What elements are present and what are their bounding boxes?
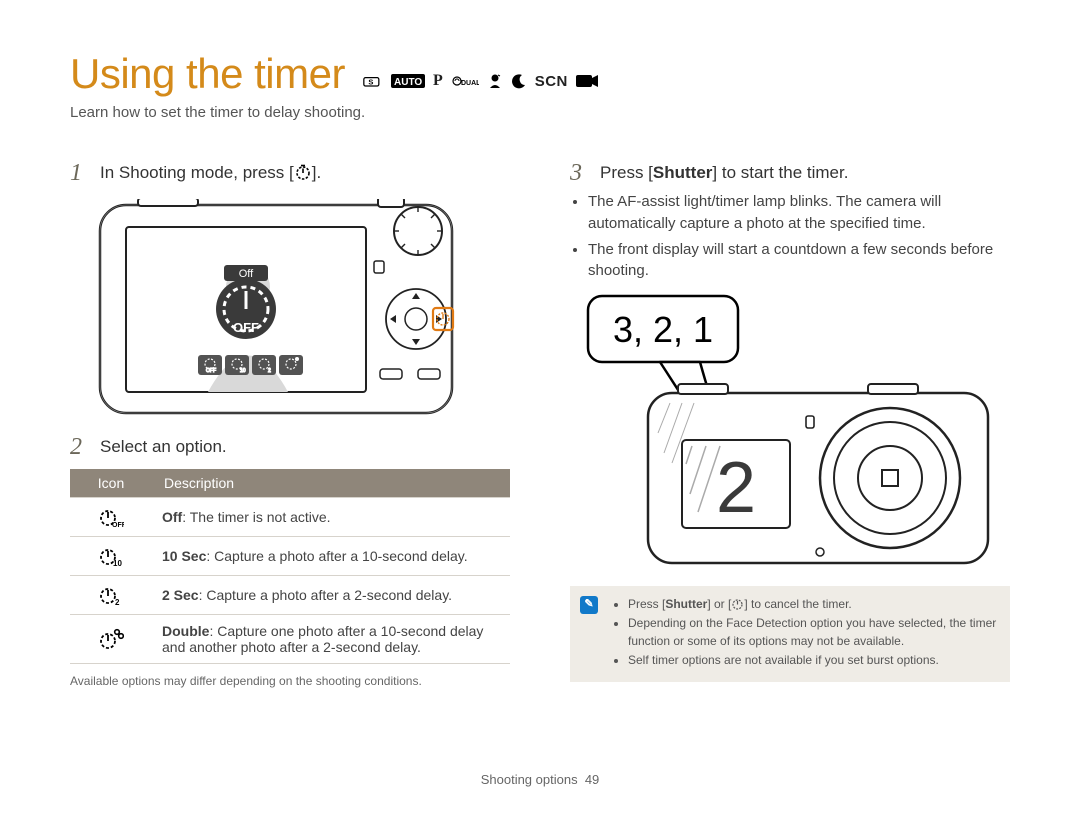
footer-section: Shooting options: [481, 772, 578, 787]
row-3-desc: : Capture one photo after a 10-second de…: [162, 623, 483, 655]
step-2: 2 Select an option.: [70, 435, 510, 459]
front-display-number: 2: [716, 448, 756, 528]
smart-mode-icon: S: [363, 74, 383, 88]
countdown-bubble-text: 3, 2, 1: [613, 309, 713, 350]
svg-text:OFF: OFF: [112, 522, 124, 528]
step-3-notes: The AF-assist light/timer lamp blinks. T…: [588, 191, 1010, 282]
bullet: The AF-assist light/timer lamp blinks. T…: [588, 191, 1010, 235]
timer-2-icon: 2: [80, 584, 142, 606]
svg-text:OFF: OFF: [206, 368, 216, 374]
step-number: 2: [70, 435, 88, 459]
svg-text:Off: Off: [239, 268, 254, 280]
svg-text:2: 2: [115, 598, 120, 606]
svg-text:10: 10: [113, 559, 122, 567]
row-2-desc: : Capture a photo after a 2-second delay…: [199, 587, 452, 603]
row-3-label: Double: [162, 623, 209, 639]
step-2-text: Select an option.: [100, 435, 227, 459]
step-3: 3 Press [Shutter] to start the timer.: [570, 161, 1010, 185]
step-1-pre: In Shooting mode, press [: [100, 163, 294, 182]
note-item: Depending on the Face Detection option y…: [628, 615, 998, 650]
note-box: ✎ Press [Shutter] or [ ] to cancel the t…: [570, 586, 1010, 682]
step-3-post: ] to start the timer.: [712, 163, 848, 182]
p-mode-icon: P: [433, 72, 443, 90]
timer-double-icon: [80, 627, 142, 651]
options-table: Icon Description OFF Off: The timer is n…: [70, 469, 510, 664]
night-mode-icon: [511, 73, 527, 89]
step-number: 3: [570, 161, 588, 185]
timer-icon-inline: [731, 597, 744, 610]
timer-10-icon: 10: [80, 545, 142, 567]
step-3-btn: Shutter: [653, 163, 713, 182]
page-footer: Shooting options 49: [0, 772, 1080, 787]
table-head-icon: Icon: [70, 469, 152, 498]
page-title: Using the timer: [70, 50, 345, 98]
dual-mode-icon: DUAL: [451, 74, 479, 88]
note-item: Press [Shutter] or [ ] to cancel the tim…: [628, 596, 998, 613]
svg-text:S: S: [368, 77, 373, 86]
row-2-label: 2 Sec: [162, 587, 199, 603]
row-0-desc: : The timer is not active.: [182, 509, 330, 525]
footer-page: 49: [585, 772, 599, 787]
camera-back-illustration: OFF Off OFF 10 2: [98, 199, 510, 419]
step-1-post: ].: [312, 163, 321, 182]
svg-text:10: 10: [240, 368, 246, 374]
svg-text:DUAL: DUAL: [461, 80, 479, 87]
table-footnote: Available options may differ depending o…: [70, 674, 510, 688]
movie-mode-icon: [576, 74, 598, 88]
row-1-label: 10 Sec: [162, 548, 206, 564]
step-1: 1 In Shooting mode, press [ ].: [70, 161, 510, 185]
svg-text:OFF: OFF: [233, 320, 259, 335]
step-number: 1: [70, 161, 88, 185]
camera-front-illustration: 3, 2, 1 2: [570, 288, 1010, 568]
bullet: The front display will start a countdown…: [588, 239, 1010, 283]
scn-mode-icon: SCN: [535, 73, 568, 90]
timer-button-icon: [294, 163, 312, 181]
note-info-icon: ✎: [580, 596, 598, 614]
svg-text:AUTO: AUTO: [394, 77, 422, 88]
note-item: Self timer options are not available if …: [628, 652, 998, 669]
svg-text:2: 2: [268, 368, 271, 374]
page-subtitle: Learn how to set the timer to delay shoo…: [70, 104, 1010, 121]
mode-icons-row: S AUTO P DUAL SCN: [363, 72, 598, 90]
beauty-mode-icon: [487, 73, 503, 89]
timer-off-icon: OFF: [80, 506, 142, 528]
row-1-desc: : Capture a photo after a 10-second dela…: [206, 548, 467, 564]
row-0-label: Off: [162, 509, 182, 525]
auto-mode-icon: AUTO: [391, 74, 425, 88]
step-3-pre: Press [: [600, 163, 653, 182]
table-head-desc: Description: [152, 469, 510, 498]
